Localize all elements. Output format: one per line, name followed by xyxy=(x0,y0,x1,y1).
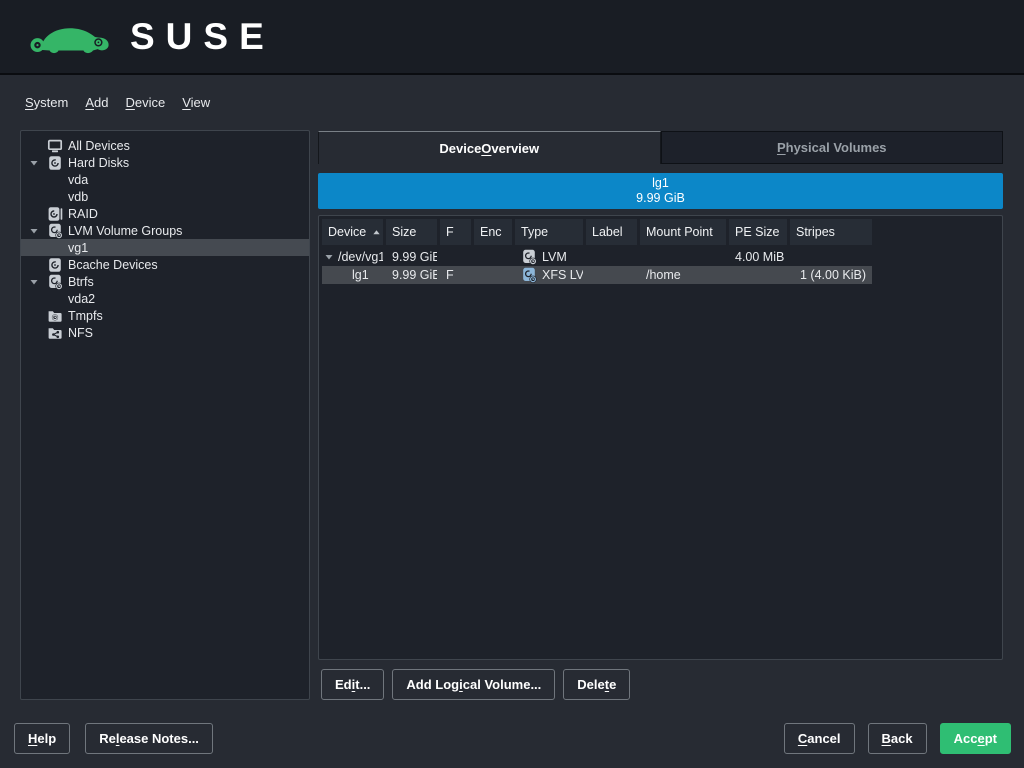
footer-left-buttons: Help Release Notes... xyxy=(14,723,213,754)
sidebar-item-vdb[interactable]: vdb xyxy=(21,188,309,205)
tab-physical-volumes[interactable]: Physical Volumes xyxy=(661,131,1004,164)
suse-chameleon-logo-icon xyxy=(28,14,116,60)
tmpfs-icon xyxy=(47,308,68,324)
computer-icon xyxy=(47,138,68,154)
cell-size: 9.99 GiB xyxy=(386,248,437,266)
table-row-lg1[interactable]: lg1 9.99 GiB F XFS LV /home 1 (4.00 KiB) xyxy=(322,266,872,284)
cell-label xyxy=(586,248,637,266)
lvm-lv-icon xyxy=(521,267,537,283)
cell-size: 9.99 GiB xyxy=(386,266,437,284)
tab-bar: Device Overview Physical Volumes xyxy=(318,131,1003,164)
cell-stripes: 1 (4.00 KiB) xyxy=(790,266,872,284)
sidebar-item-label: vg1 xyxy=(68,241,88,255)
device-summary-bar: lg1 9.99 GiB xyxy=(318,173,1003,209)
table-row-dev-vg1[interactable]: /dev/vg1 9.99 GiB LVM 4.00 MiB xyxy=(322,248,872,266)
sidebar-item-label: NFS xyxy=(68,326,93,340)
cell-pe-size: 4.00 MiB xyxy=(729,248,787,266)
column-header-f[interactable]: F xyxy=(440,219,471,245)
btrfs-icon xyxy=(47,274,68,290)
menu-add[interactable]: Add xyxy=(85,95,108,110)
expander-icon[interactable] xyxy=(29,158,47,168)
sidebar-item-label: vda xyxy=(68,173,88,187)
lvm-icon xyxy=(47,223,68,239)
expander-icon[interactable] xyxy=(29,277,47,287)
add-logical-volume-button[interactable]: Add Logical Volume... xyxy=(392,669,555,700)
expander-icon[interactable] xyxy=(29,226,47,236)
sidebar-item-hard-disks[interactable]: Hard Disks xyxy=(21,154,309,171)
sidebar-item-vda[interactable]: vda xyxy=(21,171,309,188)
sidebar-item-label: Bcache Devices xyxy=(68,258,158,272)
table-header-row: Device Size F Enc Type Label Mount Point… xyxy=(322,219,999,245)
column-header-type[interactable]: Type xyxy=(515,219,583,245)
cell-type: LVM xyxy=(542,250,567,264)
footer-right-buttons: Cancel Back Accept xyxy=(784,723,1011,754)
table-actions: Edit... Add Logical Volume... Delete xyxy=(321,669,630,700)
tab-device-overview[interactable]: Device Overview xyxy=(318,131,661,164)
sidebar-item-all-devices[interactable]: All Devices xyxy=(21,137,309,154)
sidebar-item-label: RAID xyxy=(68,207,98,221)
sidebar-item-label: vdb xyxy=(68,190,88,204)
cell-device: /dev/vg1 xyxy=(338,250,383,264)
cell-label xyxy=(586,266,637,284)
summary-device-size: 9.99 GiB xyxy=(636,191,685,206)
cell-enc xyxy=(474,266,512,284)
cell-stripes xyxy=(790,248,872,266)
summary-device-name: lg1 xyxy=(652,176,669,191)
sidebar-item-label: vda2 xyxy=(68,292,95,306)
back-button[interactable]: Back xyxy=(868,723,927,754)
raid-icon xyxy=(47,206,68,222)
sidebar-item-tmpfs[interactable]: Tmpfs xyxy=(21,307,309,324)
delete-button[interactable]: Delete xyxy=(563,669,630,700)
accept-button[interactable]: Accept xyxy=(940,723,1011,754)
hard-disk-icon xyxy=(47,155,68,171)
device-tree: All Devices Hard Disks vda vdb RAID LVM … xyxy=(20,130,310,700)
column-header-pe-size[interactable]: PE Size xyxy=(729,219,787,245)
cell-type: XFS LV xyxy=(542,268,583,282)
sidebar-item-raid[interactable]: RAID xyxy=(21,205,309,222)
sidebar-item-bcache-devices[interactable]: Bcache Devices xyxy=(21,256,309,273)
column-header-stripes[interactable]: Stripes xyxy=(790,219,872,245)
column-header-size[interactable]: Size xyxy=(386,219,437,245)
release-notes-button[interactable]: Release Notes... xyxy=(85,723,213,754)
expander-icon[interactable] xyxy=(324,252,334,262)
cancel-button[interactable]: Cancel xyxy=(784,723,855,754)
yast-partitioner-window: { "header": { "brand": "SUSE" }, "menuba… xyxy=(0,0,1024,768)
menu-view[interactable]: View xyxy=(182,95,210,110)
sidebar-item-label: Btrfs xyxy=(68,275,94,289)
menu-system[interactable]: System xyxy=(25,95,68,110)
column-header-mount-point[interactable]: Mount Point xyxy=(640,219,726,245)
lvm-icon xyxy=(521,249,537,265)
sidebar-item-btrfs[interactable]: Btrfs xyxy=(21,273,309,290)
device-table: Device Size F Enc Type Label Mount Point… xyxy=(318,215,1003,660)
cell-mount-point: /home xyxy=(640,266,726,284)
menubar: System Add Device View xyxy=(0,77,1024,127)
sidebar-item-nfs[interactable]: NFS xyxy=(21,324,309,341)
sidebar-item-label: All Devices xyxy=(68,139,130,153)
edit-button[interactable]: Edit... xyxy=(321,669,384,700)
nfs-icon xyxy=(47,325,68,341)
sidebar-item-vda2[interactable]: vda2 xyxy=(21,290,309,307)
cell-pe-size xyxy=(729,266,787,284)
cell-f xyxy=(440,248,471,266)
cell-device: lg1 xyxy=(322,266,383,284)
cell-mount-point xyxy=(640,248,726,266)
bcache-icon xyxy=(47,257,68,273)
cell-f: F xyxy=(440,266,471,284)
column-header-label[interactable]: Label xyxy=(586,219,637,245)
sidebar-item-label: LVM Volume Groups xyxy=(68,224,182,238)
sidebar-item-label: Hard Disks xyxy=(68,156,129,170)
sort-ascending-icon xyxy=(372,228,381,237)
help-button[interactable]: Help xyxy=(14,723,70,754)
menu-device[interactable]: Device xyxy=(125,95,165,110)
app-header: SUSE xyxy=(0,0,1024,75)
sidebar-item-label: Tmpfs xyxy=(68,309,103,323)
cell-enc xyxy=(474,248,512,266)
sidebar-item-vg1[interactable]: vg1 xyxy=(21,239,309,256)
column-header-enc[interactable]: Enc xyxy=(474,219,512,245)
column-header-device[interactable]: Device xyxy=(322,219,383,245)
brand-wordmark: SUSE xyxy=(130,16,275,58)
sidebar-item-lvm-volume-groups[interactable]: LVM Volume Groups xyxy=(21,222,309,239)
